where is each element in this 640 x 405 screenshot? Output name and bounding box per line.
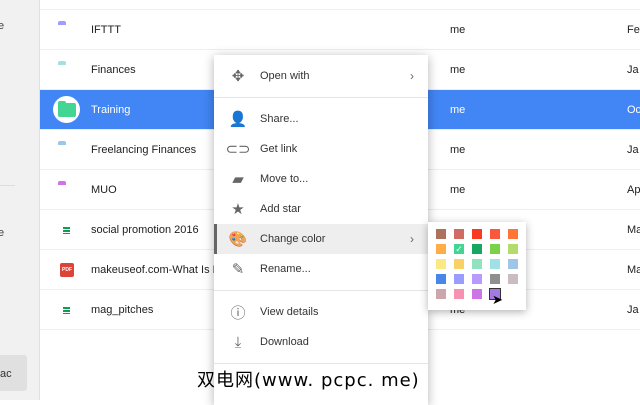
file-icon — [58, 303, 76, 317]
menu-item-move-to[interactable]: ▰ Move to... — [214, 164, 428, 194]
menu-item-add-star[interactable]: ★ Add star — [214, 194, 428, 224]
download-icon: ⤓ — [234, 333, 242, 351]
color-swatch[interactable] — [508, 244, 518, 254]
star-icon: ★ — [231, 201, 245, 218]
file-owner: me — [450, 103, 466, 116]
file-icon — [58, 23, 76, 37]
file-name: Training — [91, 103, 131, 116]
chevron-right-icon: › — [410, 69, 414, 83]
menu-item-share[interactable]: 👤 Share... — [214, 104, 428, 134]
menu-item-view-details[interactable]: ⓘ View details — [214, 297, 428, 327]
sidebar-item-label[interactable]: e — [0, 20, 4, 32]
mouse-cursor-icon: ➤ — [492, 292, 503, 307]
color-swatch[interactable] — [472, 259, 482, 269]
menu-item-label: Open with — [260, 70, 310, 82]
folder-icon — [57, 100, 76, 117]
file-owner: me — [450, 143, 466, 156]
file-icon — [58, 223, 76, 237]
open-with-icon: ✥ — [231, 68, 245, 85]
sidebar-item-label[interactable]: e — [0, 227, 4, 239]
context-menu: ✥ Open with › 👤 Share... ⊂⊃ Get link ▰ Move t… — [214, 55, 428, 405]
file-date: Ja — [627, 63, 639, 76]
file-name: makeuseof.com-What Is N — [91, 263, 221, 276]
pdf-icon: PDF — [60, 262, 74, 277]
color-swatch[interactable] — [436, 259, 446, 269]
move-folder-icon: ▰ — [232, 171, 244, 188]
color-swatch[interactable]: ✓ — [454, 244, 464, 254]
color-swatch[interactable] — [508, 259, 518, 269]
link-icon: ⊂⊃ — [225, 141, 251, 158]
color-swatch[interactable] — [508, 274, 518, 284]
file-name: IFTTT — [91, 23, 121, 36]
file-name: social promotion 2016 — [91, 223, 199, 236]
pencil-icon: ✎ — [231, 261, 245, 278]
menu-divider — [214, 290, 428, 291]
file-date: Ma — [627, 263, 640, 276]
color-swatch[interactable] — [472, 244, 482, 254]
sidebar: e e ac — [0, 0, 40, 400]
file-date: Ma — [627, 223, 640, 236]
color-swatch[interactable] — [436, 229, 446, 239]
file-date: Oc — [627, 103, 640, 116]
color-swatch[interactable] — [472, 229, 482, 239]
file-icon — [58, 143, 76, 157]
color-swatch[interactable] — [454, 274, 464, 284]
menu-item-open-with[interactable]: ✥ Open with › — [214, 61, 428, 91]
file-name: mag_pitches — [91, 303, 154, 316]
menu-divider — [214, 363, 428, 364]
menu-item-label: Share... — [260, 113, 299, 125]
color-swatch[interactable] — [454, 229, 464, 239]
color-swatch[interactable] — [472, 289, 482, 299]
file-date: Ja — [627, 143, 639, 156]
file-icon: PDF — [58, 262, 76, 277]
palette-icon: 🎨 — [228, 231, 248, 248]
menu-item-download[interactable]: ⤓ Download — [214, 327, 428, 357]
menu-item-rename[interactable]: ✎ Rename... — [214, 254, 428, 284]
color-swatch[interactable] — [436, 289, 446, 299]
color-palette: ✓ — [428, 222, 526, 310]
sidebar-button[interactable]: ac — [0, 355, 27, 391]
color-swatch[interactable] — [490, 259, 500, 269]
menu-item-label: Add star — [260, 203, 301, 215]
menu-item-get-link[interactable]: ⊂⊃ Get link — [214, 134, 428, 164]
menu-item-label: Change color — [260, 233, 326, 245]
file-owner: me — [450, 183, 466, 196]
color-swatch[interactable] — [490, 274, 500, 284]
info-icon: ⓘ — [230, 304, 246, 322]
file-name: Finances — [91, 63, 136, 76]
menu-item-change-color[interactable]: 🎨 Change color › — [214, 224, 428, 254]
color-swatch[interactable] — [454, 289, 464, 299]
file-name: Freelancing Finances — [91, 143, 197, 156]
file-icon — [58, 183, 76, 197]
add-person-icon: 👤 — [228, 111, 248, 128]
watermark: 双电网(www. pcpc. me) — [197, 370, 420, 391]
color-swatch[interactable] — [436, 244, 446, 254]
menu-item-label: Download — [260, 336, 309, 348]
selected-icon-badge — [53, 96, 80, 123]
file-date: Ap — [627, 183, 640, 196]
sidebar-divider — [0, 185, 15, 186]
color-swatch[interactable] — [454, 259, 464, 269]
menu-item-label: Get link — [260, 143, 298, 155]
menu-item-label: Rename... — [260, 263, 311, 275]
color-swatch[interactable] — [508, 229, 518, 239]
menu-divider — [214, 97, 428, 98]
menu-item-label: View details — [260, 306, 319, 318]
color-swatch[interactable] — [490, 229, 500, 239]
file-row[interactable]: IFTTT me Fe — [40, 9, 640, 49]
chevron-right-icon: › — [410, 232, 414, 246]
check-icon: ✓ — [455, 244, 463, 254]
file-date: Fe — [627, 23, 640, 36]
color-swatch[interactable] — [436, 274, 446, 284]
color-swatch[interactable] — [490, 244, 500, 254]
file-owner: me — [450, 23, 466, 36]
color-swatch[interactable] — [472, 274, 482, 284]
file-icon — [58, 63, 76, 77]
file-date: Ja — [627, 303, 639, 316]
menu-item-label: Move to... — [260, 173, 309, 185]
file-name: MUO — [91, 183, 117, 196]
file-owner: me — [450, 63, 466, 76]
